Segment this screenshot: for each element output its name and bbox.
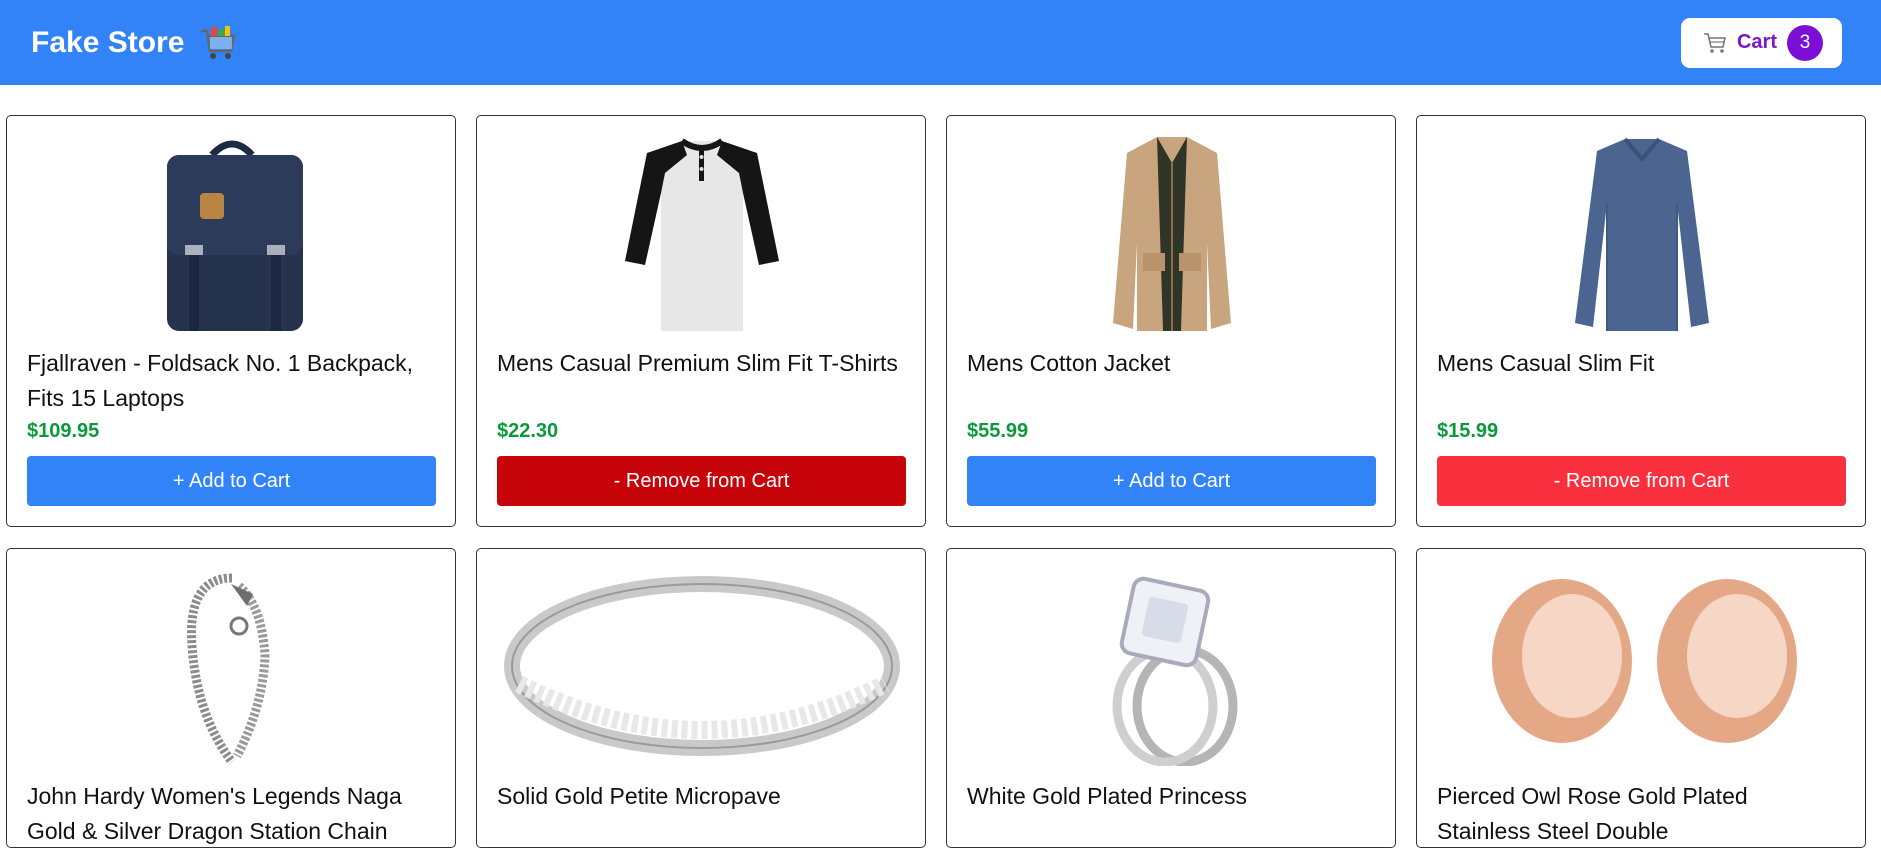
product-price: $109.95	[27, 420, 100, 442]
product-title[interactable]: Mens Cotton Jacket	[967, 346, 1377, 381]
cart-icon	[1703, 32, 1727, 54]
princess-ring-image[interactable]	[967, 566, 1377, 766]
product-price: $15.99	[1437, 420, 1499, 442]
product-title[interactable]: Mens Casual Premium Slim Fit T-Shirts	[497, 346, 907, 381]
product-title[interactable]: Fjallraven - Foldsack No. 1 Backpack, Fi…	[27, 346, 437, 416]
add-to-cart-button[interactable]: + Add to Cart	[27, 456, 436, 506]
khaki-jacket-image[interactable]	[967, 133, 1377, 333]
raglan-tshirt-image[interactable]	[497, 133, 907, 333]
product-price: $55.99	[967, 420, 1029, 442]
shopping-cart-emoji-icon	[198, 23, 238, 63]
product-grid: Fjallraven - Foldsack No. 1 Backpack, Fi…	[6, 115, 1868, 848]
product-card: Fjallraven - Foldsack No. 1 Backpack, Fi…	[6, 115, 456, 527]
product-card: Solid Gold Petite Micropave	[476, 548, 926, 848]
product-title[interactable]: John Hardy Women's Legends Naga Gold & S…	[27, 779, 437, 849]
remove-from-cart-button[interactable]: - Remove from Cart	[1437, 456, 1846, 506]
product-card: Mens Casual Premium Slim Fit T-Shirts $2…	[476, 115, 926, 527]
product-card: Mens Casual Slim Fit $15.99 - Remove fro…	[1416, 115, 1866, 527]
remove-from-cart-button[interactable]: - Remove from Cart	[497, 456, 906, 506]
brand[interactable]: Fake Store	[31, 23, 238, 63]
product-title[interactable]: Mens Casual Slim Fit	[1437, 346, 1847, 381]
product-card: Mens Cotton Jacket $55.99 + Add to Cart	[946, 115, 1396, 527]
cart-label: Cart	[1736, 31, 1777, 53]
brand-title: Fake Store	[31, 25, 185, 59]
blue-longsleeve-image[interactable]	[1437, 133, 1847, 333]
dragon-bracelet-image[interactable]	[27, 566, 437, 766]
product-card: White Gold Plated Princess	[946, 548, 1396, 848]
product-title[interactable]: White Gold Plated Princess	[967, 779, 1377, 814]
cart-button[interactable]: Cart 3	[1680, 17, 1842, 68]
product-title[interactable]: Solid Gold Petite Micropave	[497, 779, 907, 814]
product-card: Pierced Owl Rose Gold Plated Stainless S…	[1416, 548, 1866, 848]
product-card: John Hardy Women's Legends Naga Gold & S…	[6, 548, 456, 848]
navy-backpack-image[interactable]	[27, 133, 437, 333]
navbar: Fake Store Cart 3	[0, 0, 1881, 85]
micropave-ring-image[interactable]	[497, 566, 907, 766]
rose-gold-plugs-image[interactable]	[1437, 566, 1847, 766]
product-title[interactable]: Pierced Owl Rose Gold Plated Stainless S…	[1437, 779, 1847, 849]
add-to-cart-button[interactable]: + Add to Cart	[967, 456, 1376, 506]
product-price: $22.30	[497, 420, 559, 442]
cart-count-badge: 3	[1787, 24, 1823, 61]
